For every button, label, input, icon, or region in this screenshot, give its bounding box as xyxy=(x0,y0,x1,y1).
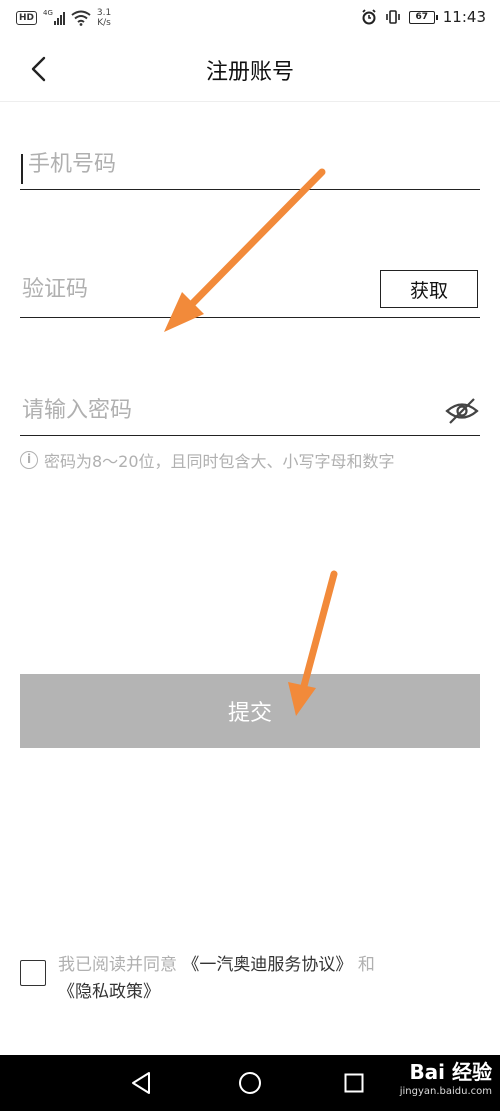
watermark-logo: Bai 经验 xyxy=(409,1060,492,1084)
phone-input[interactable] xyxy=(22,140,472,189)
info-icon: i xyxy=(20,451,38,469)
password-hint: i 密码为8～20位，且同时包含大、小写字母和数字 xyxy=(20,448,395,472)
agreement-text: 我已阅读并同意 《一汽奥迪服务协议》 和 《隐私政策》 xyxy=(58,952,478,1006)
status-right: 67 11:43 xyxy=(361,6,486,28)
agreement-and: 和 xyxy=(357,955,375,975)
app-header: 注册账号 xyxy=(0,36,500,102)
agreement-checkbox[interactable] xyxy=(20,960,46,986)
speed-unit: K/s xyxy=(97,18,111,28)
page-title: 注册账号 xyxy=(205,60,294,85)
code-field: 获取 xyxy=(20,262,480,318)
nav-home-icon[interactable] xyxy=(238,1071,262,1095)
wifi-icon xyxy=(71,10,91,26)
status-bar: HD 4G 3.1 K/s 67 11:43 xyxy=(0,0,500,36)
signal-icon: 4G xyxy=(43,9,65,25)
password-field xyxy=(20,386,480,436)
nav-recent-apps-icon[interactable] xyxy=(344,1073,364,1093)
agreement-prefix: 我已阅读并同意 xyxy=(58,955,177,975)
hd-badge: HD xyxy=(16,11,38,25)
vibrate-icon xyxy=(385,10,400,24)
service-agreement-link[interactable]: 《一汽奥迪服务协议》 xyxy=(182,955,352,975)
password-input[interactable] xyxy=(22,386,422,435)
privacy-policy-link[interactable]: 《隐私政策》 xyxy=(58,982,160,1002)
status-left: HD 4G 3.1 K/s xyxy=(16,8,111,28)
watermark-url: jingyan.baidu.com xyxy=(399,1086,492,1097)
get-code-button[interactable]: 获取 xyxy=(380,270,478,308)
password-hint-text: 密码为8～20位，且同时包含大、小写字母和数字 xyxy=(44,452,395,471)
baidu-jingyan-watermark: Bai 经验 jingyan.baidu.com xyxy=(400,1059,492,1099)
clock: 11:43 xyxy=(442,8,486,26)
network-speed: 3.1 K/s xyxy=(97,8,111,28)
nav-back-icon[interactable] xyxy=(130,1071,152,1095)
verification-code-input[interactable] xyxy=(22,262,362,317)
alarm-icon xyxy=(362,9,376,25)
speed-value: 3.1 xyxy=(96,8,112,18)
system-nav-bar: Bai 经验 jingyan.baidu.com xyxy=(0,1055,500,1111)
phone-field xyxy=(20,140,480,190)
submit-button[interactable]: 提交 xyxy=(20,674,480,748)
battery-icon: 67 xyxy=(408,10,438,24)
network-type: 4G xyxy=(43,9,53,17)
eye-off-icon[interactable] xyxy=(444,396,480,426)
